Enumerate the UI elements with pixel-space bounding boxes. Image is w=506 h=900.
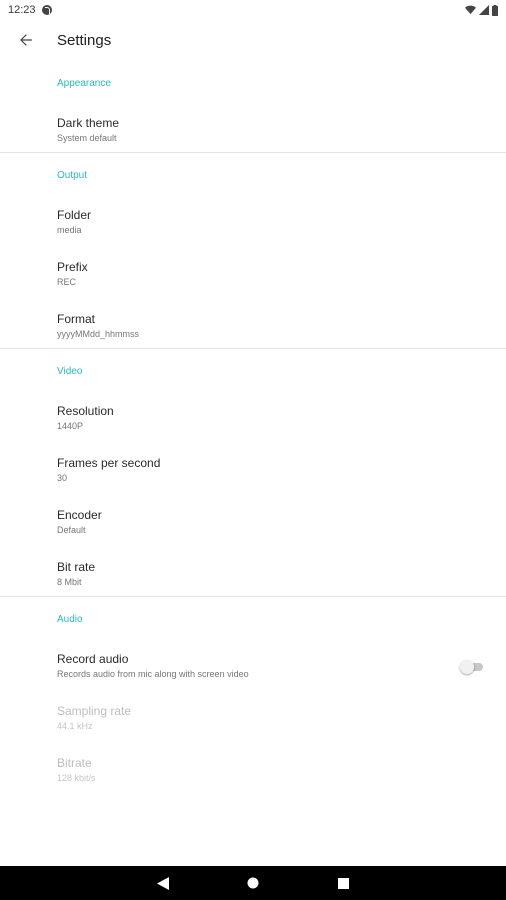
pref-summary: 30: [57, 473, 68, 483]
section-header-audio: Audio: [57, 614, 83, 625]
pref-bit-rate[interactable]: Bit rate 8 Mbit: [0, 550, 506, 602]
status-icons: [465, 4, 498, 16]
section-header-appearance: Appearance: [57, 78, 111, 89]
pref-title: Format: [57, 312, 96, 326]
page-title: Settings: [57, 32, 112, 49]
pref-format[interactable]: Format yyyyMMdd_hhmmss: [0, 302, 506, 354]
status-bar: 12:23: [0, 0, 506, 20]
battery-icon: [492, 4, 498, 16]
square-recents-icon: [337, 877, 349, 889]
pref-record-audio[interactable]: Record audio Records audio from mic alon…: [0, 642, 506, 694]
pref-title: Prefix: [57, 260, 88, 274]
section-header-video: Video: [57, 366, 83, 377]
pref-summary: 44.1 kHz: [57, 721, 93, 731]
wifi-icon: [465, 5, 476, 15]
pref-summary: 1440P: [57, 421, 84, 431]
pref-title: Sampling rate: [57, 704, 132, 718]
pref-title: Bitrate: [57, 756, 92, 770]
settings-screen: 12:23 Settings Appearance Dark theme Sys…: [0, 0, 506, 900]
circle-home-icon: [247, 877, 259, 889]
back-button[interactable]: [14, 28, 38, 52]
pref-summary: yyyyMMdd_hhmmss: [57, 329, 140, 339]
navigation-bar: [0, 866, 506, 900]
pref-summary: REC: [57, 277, 77, 287]
pref-title: Record audio: [57, 652, 129, 666]
section-header-output: Output: [57, 170, 88, 181]
pref-prefix[interactable]: Prefix REC: [0, 250, 506, 302]
pref-dark-theme[interactable]: Dark theme System default: [0, 106, 506, 158]
nav-back-button[interactable]: [155, 875, 171, 891]
triangle-back-icon: [157, 876, 169, 890]
pref-frames-per-second[interactable]: Frames per second 30: [0, 446, 506, 498]
pref-summary: Default: [57, 525, 86, 535]
record-audio-switch[interactable]: [460, 660, 484, 674]
status-time: 12:23: [8, 4, 36, 16]
sync-notification-icon: [41, 5, 52, 15]
pref-title: Dark theme: [57, 116, 120, 130]
switch-thumb: [460, 660, 474, 674]
nav-home-button[interactable]: [245, 875, 261, 891]
pref-resolution[interactable]: Resolution 1440P: [0, 394, 506, 446]
signal-icon: [479, 5, 489, 15]
pref-summary: 128 kbit/s: [57, 773, 96, 783]
arrow-left-icon: [20, 34, 32, 46]
app-bar: Settings: [0, 20, 506, 60]
pref-title: Frames per second: [57, 456, 161, 470]
pref-bitrate: Bitrate 128 kbit/s: [0, 746, 506, 798]
pref-summary: Records audio from mic along with screen…: [57, 669, 249, 679]
nav-recents-button[interactable]: [335, 875, 351, 891]
pref-title: Encoder: [57, 508, 102, 522]
pref-summary: System default: [57, 133, 117, 143]
pref-encoder[interactable]: Encoder Default: [0, 498, 506, 550]
pref-title: Bit rate: [57, 560, 96, 574]
pref-title: Folder: [57, 208, 92, 222]
settings-list: Appearance Dark theme System default Out…: [0, 60, 506, 798]
pref-title: Resolution: [57, 404, 114, 418]
pref-summary: 8 Mbit: [57, 577, 82, 587]
pref-sampling-rate: Sampling rate 44.1 kHz: [0, 694, 506, 746]
pref-summary: media: [57, 225, 82, 235]
pref-folder[interactable]: Folder media: [0, 198, 506, 250]
